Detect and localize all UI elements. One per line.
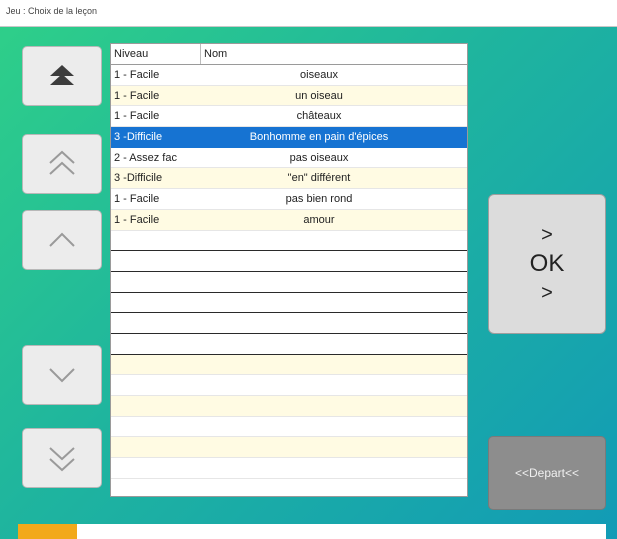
table-body: 1 - Facile oiseaux 1 - Facile un oiseau … xyxy=(111,65,467,479)
cell-nom: "en" différent xyxy=(287,172,351,185)
column-header-niveau[interactable]: Niveau xyxy=(111,44,201,64)
empty-row xyxy=(111,272,467,293)
cell-niveau: 1 - Facile xyxy=(114,110,160,123)
first-page-button[interactable] xyxy=(22,46,102,106)
cell-nom: oiseaux xyxy=(300,68,338,81)
empty-row xyxy=(111,334,467,355)
cell-nom: pas oiseaux xyxy=(289,151,349,164)
empty-row xyxy=(111,375,467,396)
cell-niveau: 1 - Facile xyxy=(114,89,160,102)
table-row[interactable]: 1 - Facile oiseaux xyxy=(111,65,467,86)
table-row[interactable]: 2 - Assez fac pas oiseaux xyxy=(111,148,467,169)
empty-row xyxy=(111,437,467,459)
depart-button[interactable]: <<Depart<< xyxy=(488,436,606,510)
empty-row xyxy=(111,354,467,376)
empty-row xyxy=(111,293,467,314)
ok-top-arrow: > xyxy=(541,224,553,246)
cell-niveau: 1 - Facile xyxy=(114,68,160,81)
double-chevron-up-icon xyxy=(49,150,75,175)
window-title: Jeu : Choix de la leçon xyxy=(6,6,98,16)
column-header-nom[interactable]: Nom xyxy=(201,44,467,64)
empty-row xyxy=(111,417,467,438)
cell-niveau: 3 -Difficile xyxy=(114,130,163,143)
table-row[interactable]: 3 -Difficile "en" différent xyxy=(111,168,467,190)
cell-niveau: 1 - Facile xyxy=(114,213,160,226)
down-button[interactable] xyxy=(22,345,102,405)
cell-nom: un oiseau xyxy=(295,89,343,102)
ok-bottom-arrow: > xyxy=(541,282,553,304)
cell-niveau: 3 -Difficile xyxy=(114,172,163,185)
empty-row xyxy=(111,396,467,417)
double-up-solid-arrow-icon xyxy=(50,65,74,85)
ok-label: OK xyxy=(529,250,565,277)
depart-label: <<Depart<< xyxy=(514,466,580,480)
cell-nom: pas bien rond xyxy=(285,192,353,205)
table-row-selected[interactable]: 3 -Difficile Bonhomme en pain d'épices xyxy=(111,127,467,148)
progress-fill xyxy=(18,524,77,539)
table-row[interactable]: 1 - Facile amour xyxy=(111,209,467,231)
cell-niveau: 1 - Facile xyxy=(114,192,160,205)
title-bar: Jeu : Choix de la leçon xyxy=(0,0,617,27)
lessons-table[interactable]: Niveau Nom 1 - Facile oiseaux 1 - Facile… xyxy=(110,43,468,497)
table-row[interactable]: 1 - Facile châteaux xyxy=(111,106,467,128)
double-chevron-down-icon xyxy=(49,447,75,472)
table-row[interactable]: 1 - Facile un oiseau xyxy=(111,85,467,107)
progress-bar xyxy=(18,524,606,539)
table-row[interactable]: 1 - Facile pas bien rond xyxy=(111,189,467,210)
page-down-button[interactable] xyxy=(22,428,102,488)
cell-nom: châteaux xyxy=(296,110,342,123)
cell-nom: Bonhomme en pain d'épices xyxy=(249,130,389,143)
chevron-down-icon xyxy=(49,368,75,383)
empty-row xyxy=(111,251,467,272)
empty-row xyxy=(111,231,467,252)
ok-button[interactable]: > OK > xyxy=(488,194,606,334)
empty-row xyxy=(111,458,467,479)
page-up-button[interactable] xyxy=(22,134,102,194)
cell-nom: amour xyxy=(303,213,335,226)
table-header: Niveau Nom xyxy=(111,44,467,65)
cell-niveau: 2 - Assez fac xyxy=(114,151,177,164)
up-button[interactable] xyxy=(22,210,102,270)
empty-row xyxy=(111,313,467,334)
chevron-up-icon xyxy=(49,232,75,247)
